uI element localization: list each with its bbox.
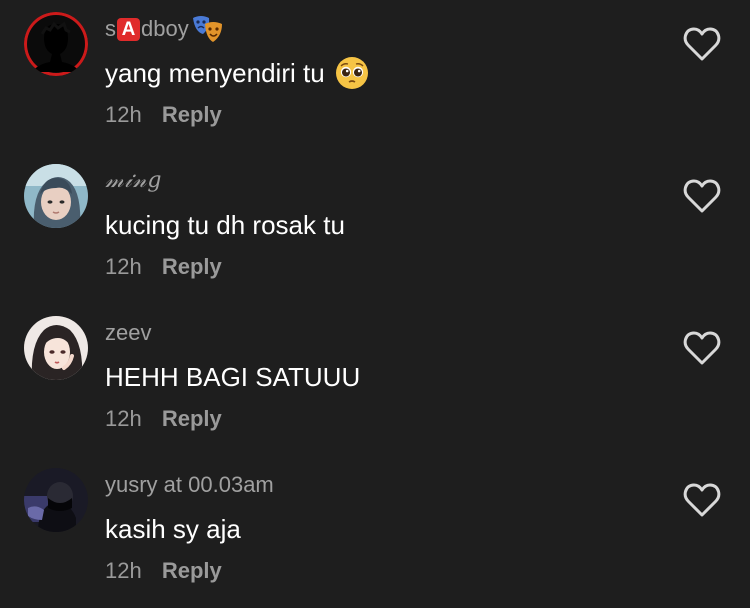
comment-meta: 12h Reply (105, 252, 222, 282)
comment-time: 12h (105, 102, 142, 127)
comment-item: zeev HEHH BAGI SATUUU 12h Reply (0, 304, 750, 456)
avatar[interactable] (24, 316, 88, 380)
avatar-anime-image (24, 316, 88, 380)
username[interactable]: zeev (105, 318, 151, 348)
pleading-face-icon (335, 56, 369, 90)
comment-item: 𝓂𝒾𝓃𝑔 kucing tu dh rosak tu 12h Reply (0, 152, 750, 304)
comment-time: 12h (105, 558, 142, 583)
avatar[interactable] (24, 164, 88, 228)
comment-item: s A dboy yang menyendiri tu 12h Reply (0, 0, 750, 152)
reply-button[interactable]: Reply (162, 102, 222, 127)
comment-text-content: kucing tu dh rosak tu (105, 210, 345, 240)
comment-text: yang menyendiri tu (105, 56, 369, 90)
heart-outline-icon[interactable] (683, 330, 721, 366)
reply-button[interactable]: Reply (162, 254, 222, 279)
avatar-photo-image (24, 164, 88, 228)
comment-text: kucing tu dh rosak tu (105, 208, 345, 242)
heart-outline-icon[interactable] (683, 482, 721, 518)
heart-outline-icon[interactable] (683, 26, 721, 62)
heart-outline-icon[interactable] (683, 178, 721, 214)
comment-text-content: kasih sy aja (105, 514, 241, 544)
comment-item: yusry at 00.03am kasih sy aja 12h Reply (0, 456, 750, 608)
username-prefix: s (105, 16, 116, 41)
comment-meta: 12h Reply (105, 100, 222, 130)
comment-meta: 12h Reply (105, 404, 222, 434)
username[interactable]: 𝓂𝒾𝓃𝑔 (105, 166, 162, 196)
avatar-silhouette-image (24, 12, 88, 76)
comment-text-content: HEHH BAGI SATUUU (105, 362, 361, 392)
reply-button[interactable]: Reply (162, 558, 222, 583)
avatar[interactable] (24, 12, 88, 76)
username[interactable]: yusry at 00.03am (105, 470, 274, 500)
comment-text: kasih sy aja (105, 512, 241, 546)
comment-time: 12h (105, 254, 142, 279)
username-suffix: dboy (141, 16, 189, 41)
avatar[interactable] (24, 468, 88, 532)
comment-time: 12h (105, 406, 142, 431)
performing-arts-masks-icon (191, 14, 225, 44)
comment-meta: 12h Reply (105, 556, 222, 586)
avatar-masked-person-image (24, 468, 88, 532)
username[interactable]: s A dboy (105, 14, 225, 44)
reply-button[interactable]: Reply (162, 406, 222, 431)
username-letter-badge: A (117, 17, 140, 41)
comment-text-content: yang menyendiri tu (105, 58, 325, 88)
comment-text: HEHH BAGI SATUUU (105, 360, 360, 394)
